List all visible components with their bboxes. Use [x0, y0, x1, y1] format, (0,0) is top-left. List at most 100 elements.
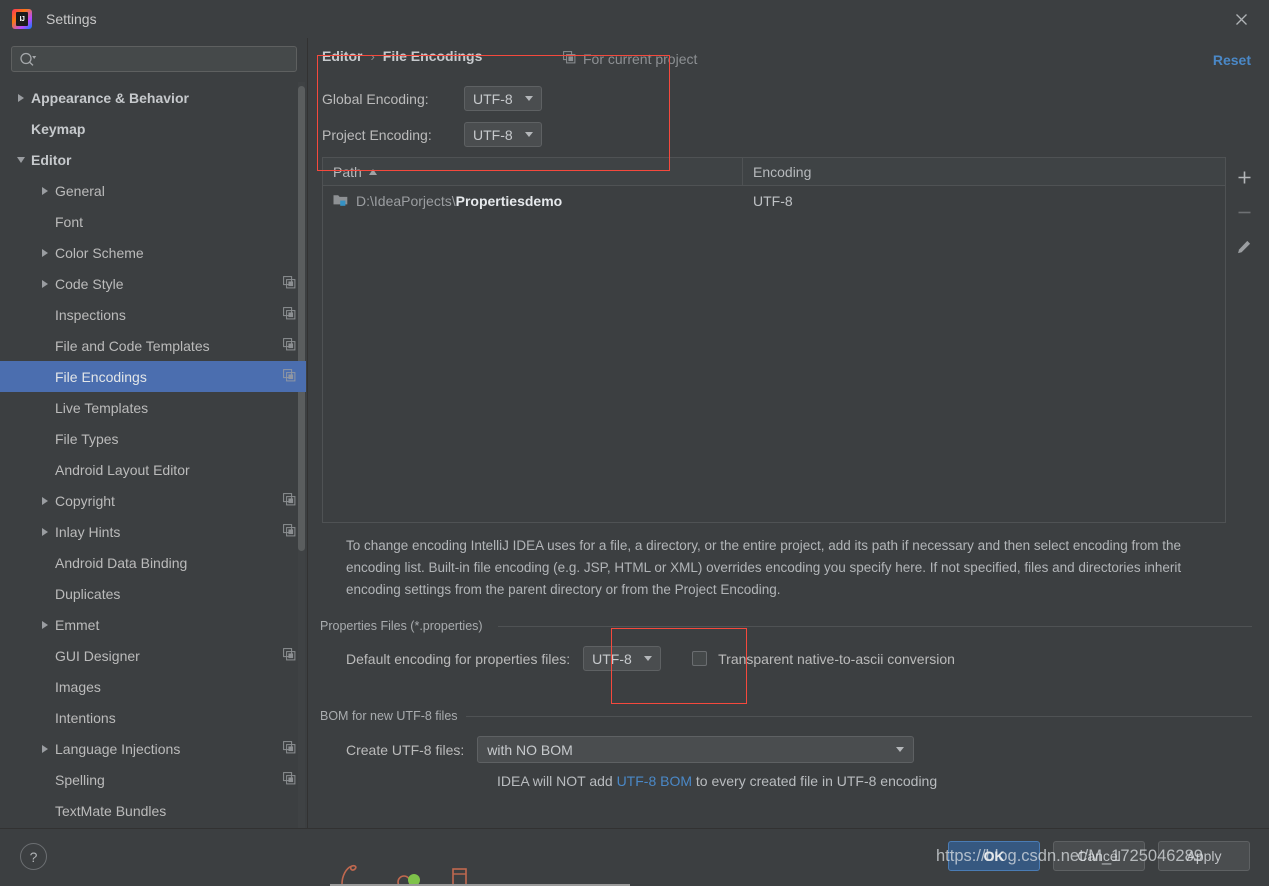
close-icon[interactable] [1227, 6, 1255, 32]
table-cell-path: D:\IdeaPorjects\Propertiesdemo [323, 193, 743, 210]
sidebar-item-android-layout-editor[interactable]: Android Layout Editor [0, 454, 306, 485]
create-utf8-files-value: with NO BOM [487, 741, 573, 758]
apply-button[interactable]: Apply [1158, 841, 1250, 871]
search-input[interactable] [38, 50, 296, 68]
global-encoding-select[interactable]: UTF-8 [464, 86, 542, 111]
sidebar-item-copyright[interactable]: Copyright [0, 485, 306, 516]
remove-button[interactable] [1229, 197, 1259, 227]
sidebar-item-editor[interactable]: Editor [0, 144, 306, 175]
sidebar-item-label: Appearance & Behavior [31, 89, 189, 106]
sidebar-item-label: File and Code Templates [55, 337, 210, 354]
chevron-right-icon[interactable] [38, 742, 51, 755]
chevron-right-icon[interactable] [38, 618, 51, 631]
folder-icon [333, 193, 348, 210]
sidebar-item-label: Live Templates [55, 399, 149, 416]
sidebar-item-general[interactable]: General [0, 175, 306, 206]
sidebar-item-keymap[interactable]: Keymap [0, 113, 306, 144]
column-header-path[interactable]: Path [323, 158, 743, 185]
table-toolbar [1226, 157, 1262, 523]
create-utf8-files-row: Create UTF-8 files: with NO BOM [346, 736, 915, 763]
sidebar-item-gui-designer[interactable]: GUI Designer [0, 640, 306, 671]
sidebar-item-file-and-code-templates[interactable]: File and Code Templates [0, 330, 306, 361]
global-encoding-label: Global Encoding: [322, 90, 429, 107]
chevron-right-icon[interactable] [38, 184, 51, 197]
column-header-encoding[interactable]: Encoding [743, 158, 1225, 185]
sidebar-item-language-injections[interactable]: Language Injections [0, 733, 306, 764]
for-current-project-label: For current project [583, 51, 698, 67]
sidebar-item-label: Font [55, 213, 84, 230]
add-button[interactable] [1229, 162, 1259, 192]
chevron-right-icon[interactable] [38, 494, 51, 507]
sidebar-item-textmate-bundles[interactable]: TextMate Bundles [0, 795, 306, 826]
sidebar-item-duplicates[interactable]: Duplicates [0, 578, 306, 609]
sidebar-item-emmet[interactable]: Emmet [0, 609, 306, 640]
utf8-bom-link[interactable]: UTF-8 BOM [617, 773, 692, 789]
ok-button[interactable]: OK [948, 841, 1040, 871]
transparent-conversion-checkbox-row[interactable]: Transparent native-to-ascii conversion [692, 651, 955, 667]
sidebar-item-appearance-behavior[interactable]: Appearance & Behavior [0, 82, 306, 113]
chevron-down-icon [525, 132, 533, 137]
search-field-wrapper [11, 46, 297, 72]
sidebar-item-label: File Encodings [55, 368, 147, 385]
search-box[interactable] [11, 46, 297, 72]
chevron-down-icon[interactable] [14, 153, 27, 166]
settings-dialog: IJ Settings Appearance & Behavior Keymap… [0, 0, 1269, 886]
sidebar-item-label: Duplicates [55, 585, 121, 602]
sidebar-item-label: Language Injections [55, 740, 181, 757]
chevron-right-icon[interactable] [38, 525, 51, 538]
breadcrumb: Editor › File Encodings [322, 48, 482, 64]
copy-icon [283, 740, 296, 757]
breadcrumb-root[interactable]: Editor [322, 48, 362, 64]
sidebar-item-label: File Types [55, 430, 119, 447]
reset-link[interactable]: Reset [1213, 52, 1251, 68]
sidebar-item-color-scheme[interactable]: Color Scheme [0, 237, 306, 268]
project-encoding-value: UTF-8 [473, 126, 513, 143]
chevron-right-icon[interactable] [14, 91, 27, 104]
sidebar-item-label: GUI Designer [55, 647, 140, 664]
sidebar-item-live-templates[interactable]: Live Templates [0, 392, 306, 423]
project-encoding-select[interactable]: UTF-8 [464, 122, 542, 147]
sidebar-item-label: Intentions [55, 709, 116, 726]
default-properties-encoding-select[interactable]: UTF-8 [583, 646, 662, 671]
sidebar-item-label: Images [55, 678, 101, 695]
window-title: Settings [46, 11, 97, 27]
help-button[interactable]: ? [20, 843, 47, 870]
sidebar-item-label: General [55, 182, 105, 199]
cancel-button[interactable]: Cancel [1053, 841, 1145, 871]
default-properties-encoding-row: Default encoding for properties files: U… [346, 646, 955, 671]
bom-hint-before: IDEA will NOT add [497, 773, 617, 789]
transparent-conversion-checkbox[interactable] [692, 651, 708, 666]
sidebar-item-spelling[interactable]: Spelling [0, 764, 306, 795]
sidebar-item-file-types[interactable]: File Types [0, 423, 306, 454]
sidebar-item-label: Android Data Binding [55, 554, 188, 571]
settings-sidebar: Appearance & Behavior Keymap Editor General… [0, 38, 308, 828]
copy-icon [283, 368, 296, 385]
sidebar-item-file-encodings[interactable]: File Encodings [0, 361, 306, 392]
sidebar-item-code-style[interactable]: Code Style [0, 268, 306, 299]
sidebar-item-label: Spelling [55, 771, 105, 788]
table-row[interactable]: D:\IdeaPorjects\Propertiesdemo UTF-8 [323, 186, 1225, 216]
sidebar-item-label: Android Layout Editor [55, 461, 190, 478]
breadcrumb-separator-icon: › [370, 48, 375, 64]
table-cell-path-prefix: D:\IdeaPorjects\ [356, 193, 456, 209]
copy-icon [283, 523, 296, 540]
sidebar-item-inspections[interactable]: Inspections [0, 299, 306, 330]
create-utf8-files-select[interactable]: with NO BOM [477, 736, 915, 763]
sidebar-item-android-data-binding[interactable]: Android Data Binding [0, 547, 306, 578]
chevron-right-icon[interactable] [38, 246, 51, 259]
table-cell-encoding[interactable]: UTF-8 [743, 193, 1225, 209]
column-header-path-label: Path [333, 163, 362, 180]
table-body: D:\IdeaPorjects\Propertiesdemo UTF-8 [323, 186, 1225, 216]
chevron-right-icon[interactable] [38, 277, 51, 290]
intellij-idea-logo-icon: IJ [12, 9, 32, 29]
sidebar-item-inlay-hints[interactable]: Inlay Hints [0, 516, 306, 547]
project-encoding-row: Project Encoding: UTF-8 [322, 122, 542, 147]
sidebar-item-intentions[interactable]: Intentions [0, 702, 306, 733]
sidebar-item-images[interactable]: Images [0, 671, 306, 702]
table-cell-path-name: Propertiesdemo [455, 193, 563, 209]
title-bar: IJ Settings [0, 0, 1269, 38]
edit-button[interactable] [1229, 232, 1259, 262]
default-properties-encoding-label: Default encoding for properties files: [346, 650, 571, 667]
sidebar-item-font[interactable]: Font [0, 206, 306, 237]
sidebar-item-label: Editor [31, 151, 72, 168]
